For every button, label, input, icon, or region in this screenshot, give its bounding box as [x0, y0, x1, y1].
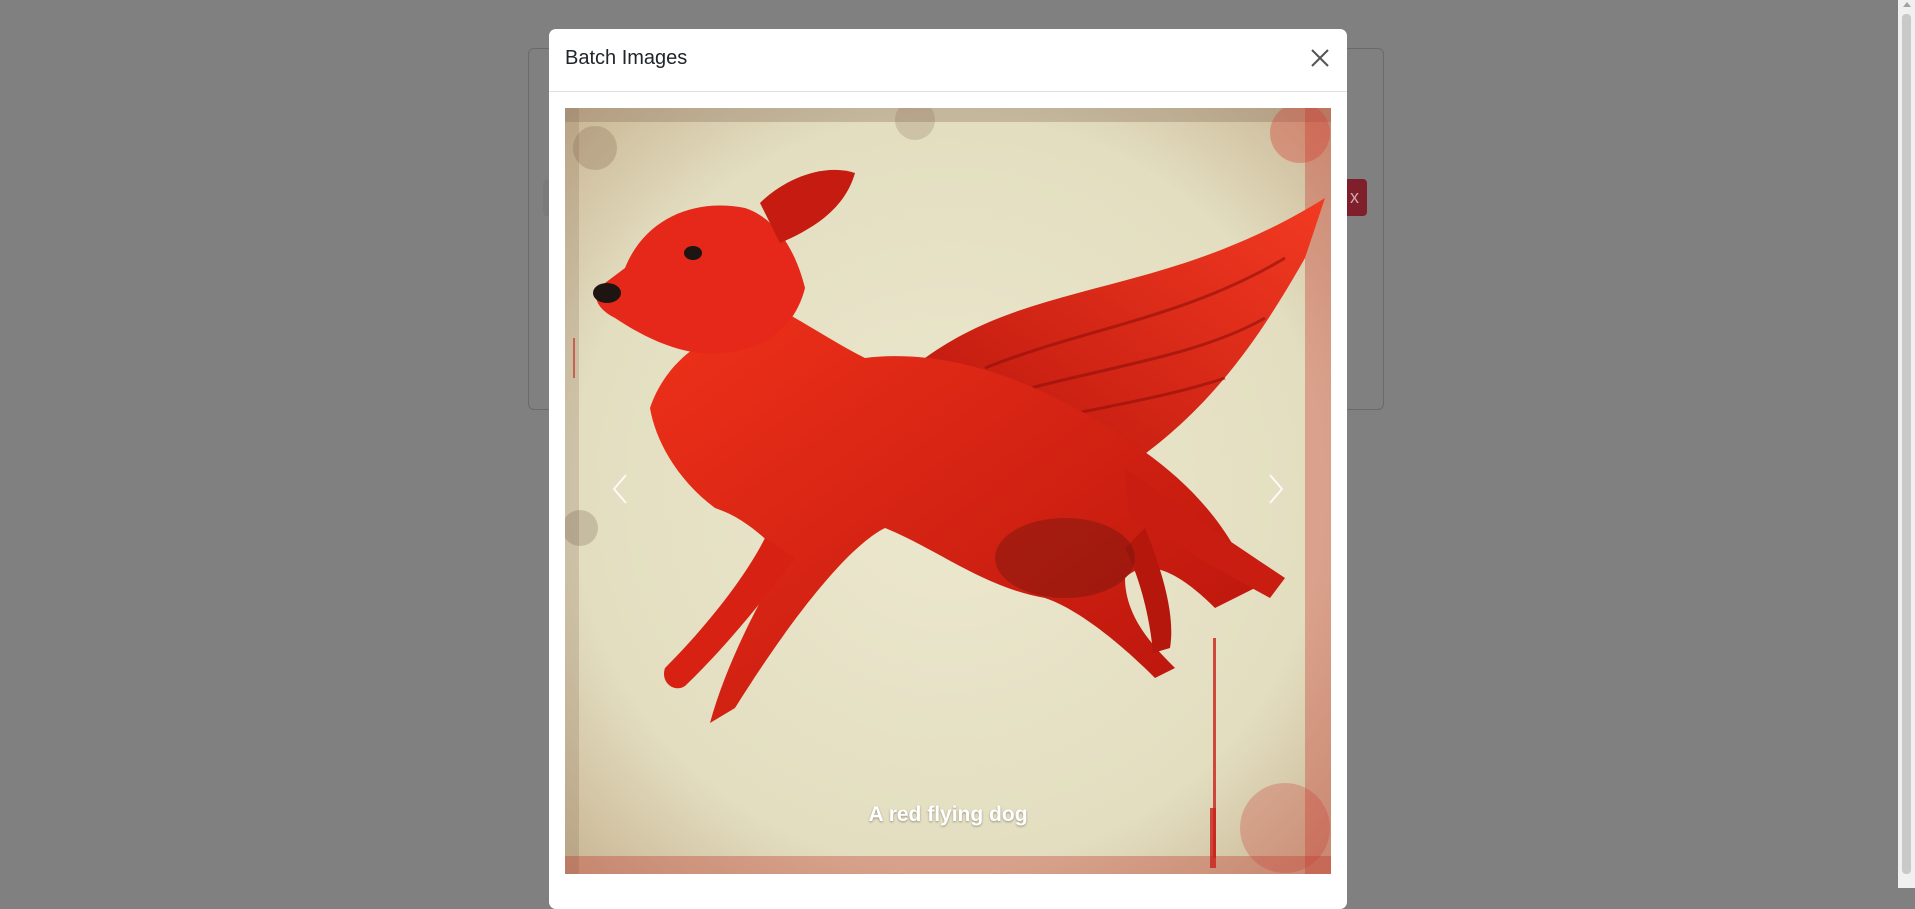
carousel-prev-button[interactable] — [565, 108, 685, 874]
scroll-up-arrow-icon[interactable] — [1903, 2, 1911, 7]
modal-title: Batch Images — [565, 47, 688, 69]
batch-images-modal: Batch Images A red flying dog — [549, 29, 1347, 909]
carousel-next-button[interactable] — [1211, 108, 1331, 874]
carousel-caption: A red flying dog — [868, 803, 1028, 826]
modal-header: Batch Images — [549, 29, 1347, 92]
chevron-right-icon — [1269, 474, 1284, 504]
close-icon — [1311, 49, 1329, 67]
page-scrollbar[interactable] — [1898, 0, 1915, 888]
image-carousel: A red flying dog — [565, 108, 1331, 874]
scroll-thumb[interactable] — [1902, 14, 1911, 874]
close-button[interactable] — [1307, 45, 1333, 71]
chevron-left-icon — [612, 474, 627, 504]
